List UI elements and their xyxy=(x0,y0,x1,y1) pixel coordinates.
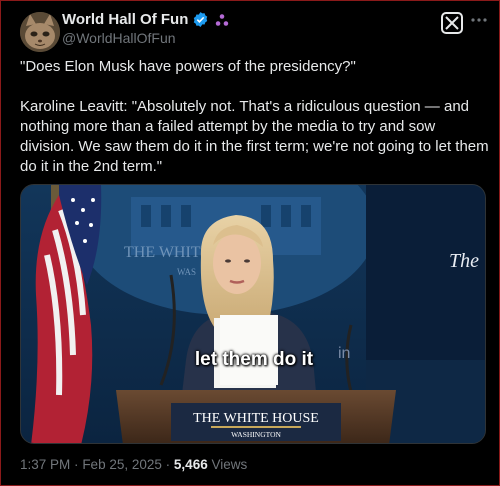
podium-title: THE WHITE HOUSE xyxy=(193,411,319,426)
more-options-icon[interactable] xyxy=(468,12,490,32)
backdrop-subtext: WAS xyxy=(177,267,196,277)
podium-subtitle: WASHINGTON xyxy=(231,430,281,439)
press-briefing-scene: THE WHITE HOUSE WAS The in THE WHITE HOU… xyxy=(21,185,485,443)
tweet-video[interactable]: THE WHITE HOUSE WAS The in THE WHITE HOU… xyxy=(20,184,486,444)
video-caption: let them do it xyxy=(194,349,314,370)
avatar[interactable] xyxy=(20,12,60,52)
x-logo-glyph xyxy=(445,16,459,30)
tweet-text: "Does Elon Musk have powers of the presi… xyxy=(20,57,490,177)
author-handle[interactable]: @WorldHallOfFun xyxy=(62,30,176,46)
x-logo-icon[interactable] xyxy=(441,12,463,34)
views-count: 5,466 xyxy=(173,457,208,472)
verified-badge-icon xyxy=(194,12,208,27)
tweet-answer: Karoline Leavitt: "Absolutely not. That'… xyxy=(20,98,489,175)
author-name[interactable]: World Hall Of Fun xyxy=(62,11,188,28)
affiliate-icon xyxy=(216,13,229,26)
tweet-question: "Does Elon Musk have powers of the presi… xyxy=(20,58,356,75)
more-dots-icon xyxy=(471,18,487,22)
meta-separator: · xyxy=(74,457,79,472)
meta-separator-2: · xyxy=(165,457,171,472)
tweet-date[interactable]: Feb 25, 2025 xyxy=(82,457,162,472)
side-text: The xyxy=(449,250,479,272)
author-name-row[interactable]: World Hall Of Fun xyxy=(62,11,229,28)
tweet-meta: 1:37 PM · Feb 25, 2025 · 5,466 Views xyxy=(20,457,247,472)
cat-avatar-image xyxy=(20,12,60,52)
views-label: Views xyxy=(211,457,248,472)
tweet-time[interactable]: 1:37 PM xyxy=(20,457,70,472)
